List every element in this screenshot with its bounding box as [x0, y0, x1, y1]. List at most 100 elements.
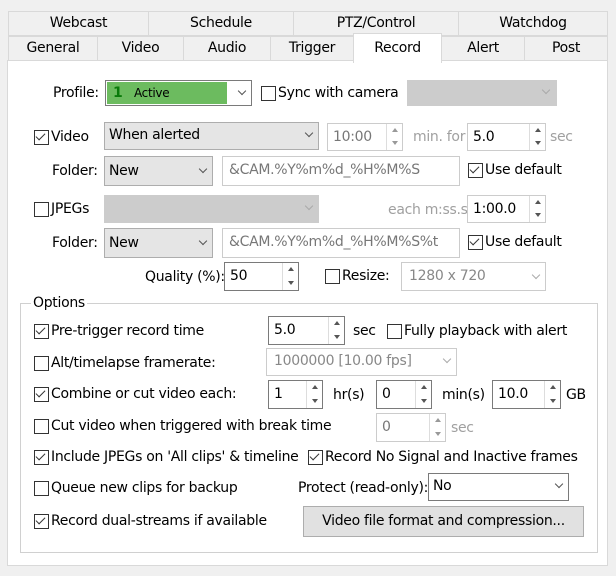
- profile-number: 1: [113, 85, 123, 101]
- video-checkbox[interactable]: Video: [34, 129, 89, 145]
- sync-camera-combo[interactable]: [407, 80, 557, 106]
- resize-value: 1280 x 720: [409, 268, 486, 284]
- spin-down-icon[interactable]: [430, 428, 445, 442]
- tab-audio[interactable]: Audio: [183, 36, 271, 61]
- pretrigger-unit: sec: [353, 323, 376, 339]
- chevron-down-icon: [237, 86, 247, 96]
- quality-label: Quality (%):: [145, 269, 225, 285]
- combine-gb-spinner[interactable]: 10.0: [492, 380, 561, 409]
- spin-up-icon[interactable]: [430, 414, 445, 428]
- dual-streams-checkbox[interactable]: Record dual-streams if available: [34, 513, 267, 529]
- hours-unit: hr(s): [333, 387, 365, 403]
- combine-gb-value: 10.0: [498, 386, 528, 402]
- profile-value: Active: [133, 86, 170, 100]
- spin-down-icon[interactable]: [530, 137, 545, 150]
- video-format-button[interactable]: Video file format and compression...: [303, 506, 584, 537]
- spin-up-icon[interactable]: [545, 381, 560, 395]
- spin-up-icon[interactable]: [530, 124, 545, 137]
- queue-backup-checkbox[interactable]: Queue new clips for backup: [34, 480, 238, 496]
- cut-break-unit: sec: [451, 420, 474, 436]
- video-time-value: 10:00: [333, 129, 372, 145]
- video-time-spinner[interactable]: 10:00: [327, 123, 403, 151]
- spin-up-icon[interactable]: [307, 381, 322, 395]
- jpegs-use-default-checkbox[interactable]: Use default: [468, 234, 562, 250]
- record-no-signal-checkbox[interactable]: Record No Signal and Inactive frames: [308, 449, 578, 465]
- combine-hours-value: 1: [274, 386, 283, 402]
- spin-up-icon[interactable]: [329, 317, 344, 331]
- video-mode-value: When alerted: [109, 127, 200, 143]
- spin-up-icon[interactable]: [387, 124, 402, 137]
- tab-trigger[interactable]: Trigger: [270, 36, 354, 61]
- chevron-down-icon: [304, 201, 314, 211]
- spin-down-icon[interactable]: [530, 209, 545, 222]
- combine-cut-checkbox[interactable]: Combine or cut video each:: [34, 386, 237, 402]
- spin-down-icon[interactable]: [329, 331, 344, 345]
- video-duration-spinner[interactable]: 5.0: [467, 123, 546, 151]
- include-jpegs-checkbox[interactable]: Include JPEGs on 'All clips' & timeline: [34, 449, 299, 465]
- spin-up-icon[interactable]: [283, 263, 298, 277]
- video-use-default-checkbox[interactable]: Use default: [468, 162, 562, 178]
- timelapse-checkbox[interactable]: Alt/timelapse framerate:: [34, 355, 216, 371]
- spin-down-icon[interactable]: [307, 395, 322, 409]
- jpegs-checkbox[interactable]: JPEGs: [34, 201, 89, 217]
- tab-video[interactable]: Video: [97, 36, 184, 61]
- combine-mins-spinner[interactable]: 0: [376, 380, 432, 409]
- tab-post[interactable]: Post: [524, 36, 608, 61]
- combine-mins-value: 0: [382, 386, 391, 402]
- cut-break-checkbox[interactable]: Cut video when triggered with break time: [34, 418, 332, 434]
- spin-down-icon[interactable]: [545, 395, 560, 409]
- cut-break-value: 0: [382, 419, 391, 435]
- timelapse-combo[interactable]: 1000000 [10.00 fps]: [266, 348, 457, 376]
- pretrigger-spinner[interactable]: 5.0: [268, 316, 345, 345]
- tab-webcast[interactable]: Webcast: [8, 11, 149, 36]
- options-title: Options: [31, 294, 87, 312]
- jpegs-folder-combo[interactable]: New: [104, 228, 213, 258]
- jpegs-folder-value: New: [109, 235, 139, 251]
- jpegs-interval-spinner[interactable]: 1:00.0: [467, 195, 546, 223]
- sec-label: sec: [550, 129, 573, 145]
- jpegs-filename-input[interactable]: &CAM.%Y%m%d_%H%M%S%t: [222, 228, 460, 258]
- tab-record[interactable]: Record: [353, 33, 442, 63]
- quality-value: 50: [230, 268, 248, 284]
- protect-label: Protect (read-only):: [298, 480, 429, 496]
- mins-unit: min(s): [442, 387, 485, 403]
- protect-combo[interactable]: No: [428, 473, 569, 501]
- chevron-down-icon: [304, 128, 314, 138]
- profile-label: Profile:: [53, 85, 99, 101]
- chevron-down-icon: [198, 236, 208, 246]
- jpegs-folder-label: Folder:: [52, 235, 98, 251]
- tab-schedule[interactable]: Schedule: [148, 11, 294, 36]
- chevron-down-icon: [442, 354, 452, 364]
- chevron-down-icon: [554, 479, 564, 489]
- video-mode-combo[interactable]: When alerted: [104, 122, 319, 150]
- spin-down-icon[interactable]: [416, 395, 431, 409]
- spin-up-icon[interactable]: [530, 196, 545, 209]
- timelapse-value: 1000000 [10.00 fps]: [274, 353, 412, 369]
- video-filename-input[interactable]: &CAM.%Y%m%d_%H%M%S: [222, 156, 460, 186]
- resize-combo[interactable]: 1280 x 720: [401, 262, 546, 291]
- quality-spinner[interactable]: 50: [224, 262, 299, 291]
- tab-alert[interactable]: Alert: [441, 36, 525, 61]
- pretrigger-checkbox[interactable]: Pre-trigger record time: [34, 323, 204, 339]
- video-folder-combo[interactable]: New: [104, 156, 213, 186]
- sync-with-camera-checkbox[interactable]: Sync with camera: [261, 85, 399, 101]
- video-folder-value: New: [109, 163, 139, 179]
- spin-up-icon[interactable]: [416, 381, 431, 395]
- pretrigger-value: 5.0: [274, 322, 296, 338]
- resize-checkbox[interactable]: Resize:: [325, 268, 390, 284]
- combine-hours-spinner[interactable]: 1: [268, 380, 323, 409]
- fully-playback-checkbox[interactable]: Fully playback with alert: [387, 323, 567, 339]
- spin-down-icon[interactable]: [283, 277, 298, 291]
- tab-general[interactable]: General: [8, 36, 98, 61]
- protect-value: No: [433, 478, 452, 494]
- cut-break-spinner[interactable]: 0: [376, 413, 446, 442]
- spin-down-icon[interactable]: [387, 137, 402, 150]
- video-folder-label: Folder:: [52, 163, 98, 179]
- jpegs-mode-combo[interactable]: [104, 195, 319, 223]
- tab-watchdog[interactable]: Watchdog: [458, 11, 608, 36]
- jpegs-interval-value: 1:00.0: [473, 201, 516, 217]
- video-duration-value: 5.0: [473, 129, 495, 145]
- profile-combo[interactable]: 1 Active: [105, 80, 252, 106]
- gb-unit: GB: [566, 387, 586, 403]
- each-interval-label: each m:ss.s: [388, 202, 468, 218]
